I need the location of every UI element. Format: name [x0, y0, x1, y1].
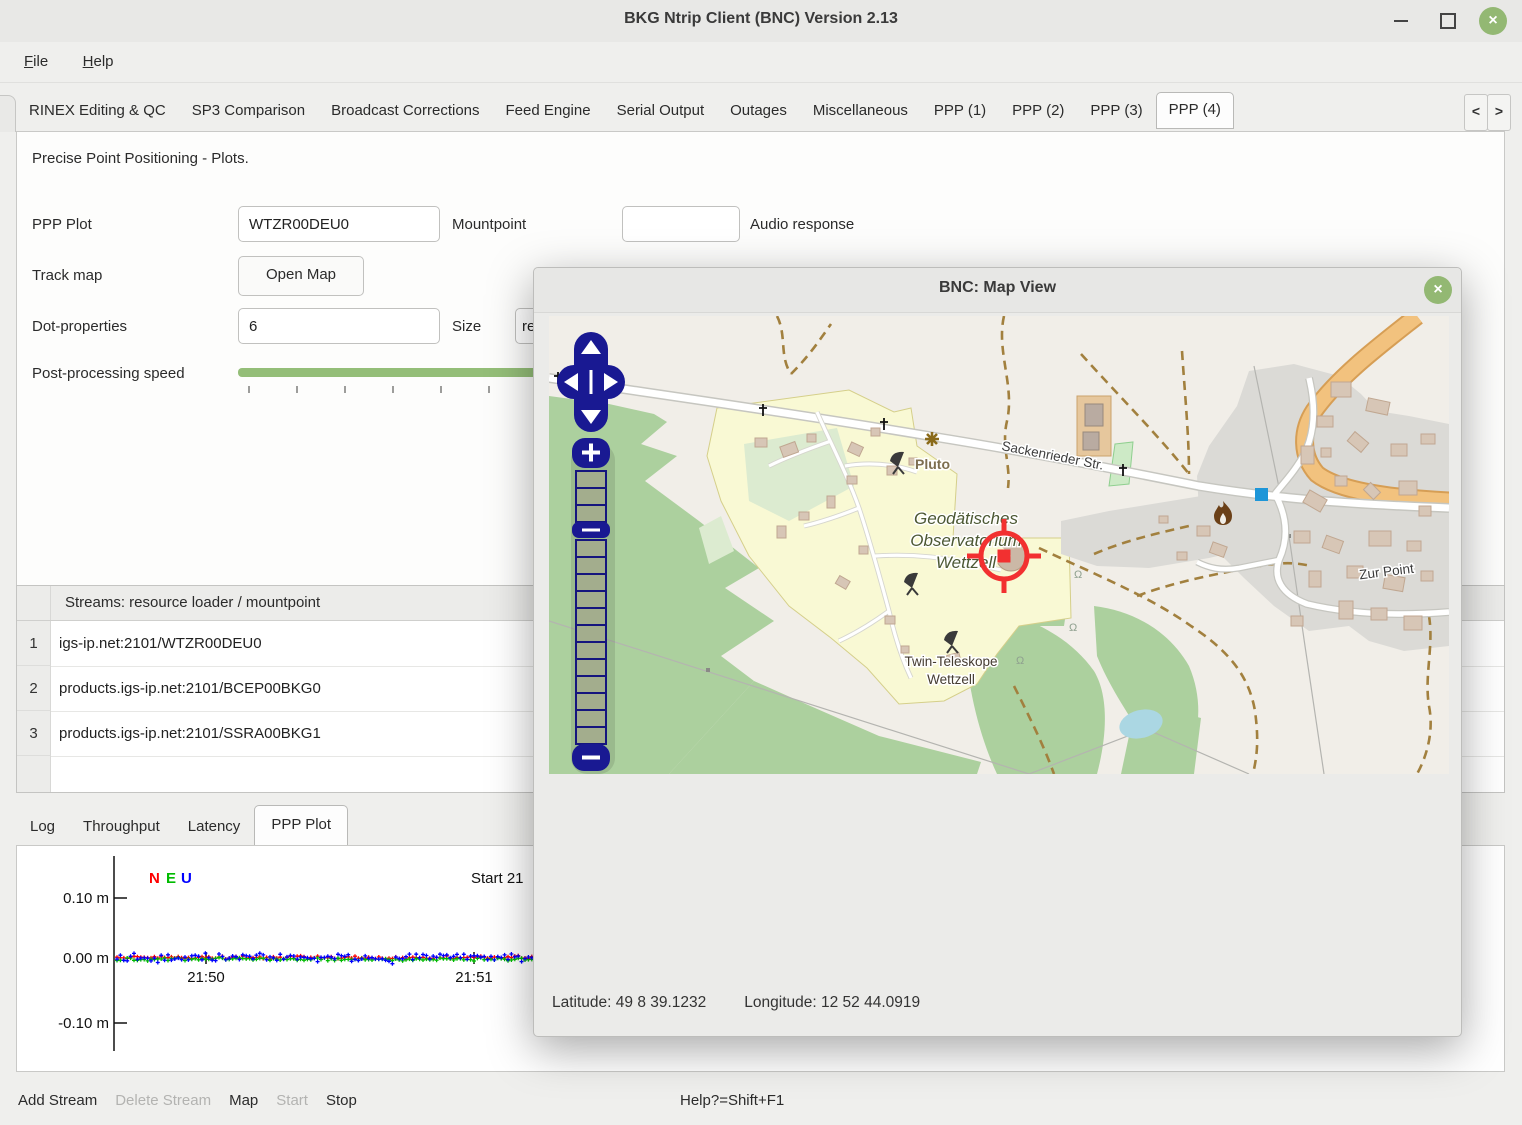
y-tick-minus010: -0.10 m — [58, 1015, 109, 1032]
tab-sp3-comparison[interactable]: SP3 Comparison — [179, 93, 318, 128]
site-label: Pluto — [915, 456, 950, 472]
x-tick-2150: 21:50 — [187, 969, 225, 986]
start-button: Start — [276, 1092, 308, 1109]
scatter-points — [115, 951, 534, 966]
dot-properties-label: Dot-properties — [32, 318, 127, 335]
output-tab-latency[interactable]: Latency — [174, 808, 255, 845]
ppp-plot-label: PPP Plot — [32, 216, 92, 233]
tab-outages[interactable]: Outages — [717, 93, 800, 128]
plot-legend: N E U — [149, 870, 192, 887]
slider-tick — [296, 386, 298, 393]
legend-e: E — [166, 870, 176, 887]
window-title: BKG Ntrip Client (BNC) Version 2.13 — [0, 10, 1522, 28]
ppp-plot-input[interactable] — [238, 206, 440, 242]
size-label: Size — [452, 318, 481, 335]
tab-ppp-4-[interactable]: PPP (4) — [1156, 92, 1234, 129]
slider-tick — [440, 386, 442, 393]
zoom-track — [576, 471, 606, 744]
bottom-toolbar: Add Stream Delete Stream Map Start Stop Help… — [0, 1080, 1522, 1125]
tab-ppp-3-[interactable]: PPP (3) — [1077, 93, 1155, 128]
dialog-titlebar[interactable]: BNC: Map View × — [534, 268, 1461, 313]
dialog-title: BNC: Map View — [534, 279, 1461, 297]
tab-ppp-2-[interactable]: PPP (2) — [999, 93, 1077, 128]
table-corner-cell[interactable] — [17, 586, 51, 620]
close-icon[interactable]: × — [1479, 7, 1507, 35]
tab-ppp-1-[interactable]: PPP (1) — [921, 93, 999, 128]
svg-text:Ω: Ω — [1016, 655, 1024, 667]
tab-serial-output[interactable]: Serial Output — [604, 93, 718, 128]
map-svg: Ω Ω Ω Sackenrieder Str. Pluto Geodätisch… — [549, 316, 1449, 774]
track-map-label: Track map — [32, 267, 102, 284]
legend-u: U — [181, 870, 192, 887]
latitude-label: Latitude: 49 8 39.1232 — [552, 994, 706, 1011]
streams-header-label: Streams: resource loader / mountpoint — [65, 594, 320, 611]
slider-tick — [488, 386, 490, 393]
viewpoint-icon — [925, 432, 939, 446]
minimize-icon[interactable] — [1394, 20, 1408, 22]
tab-overflow-fragment — [0, 95, 16, 132]
stop-button[interactable]: Stop — [326, 1092, 357, 1109]
tab-scroll-right-button[interactable]: > — [1487, 94, 1511, 131]
dot-properties-input[interactable] — [238, 308, 440, 344]
svg-text:Ω: Ω — [1069, 622, 1077, 634]
row-number: 2 — [17, 666, 51, 711]
tab-row: RINEX Editing & QCSP3 ComparisonBroadcas… — [16, 90, 1234, 131]
add-stream-button[interactable]: Add Stream — [18, 1092, 97, 1109]
map-button[interactable]: Map — [229, 1092, 258, 1109]
y-tick-000: 0.00 m — [63, 950, 109, 967]
x-tick-2151: 21:51 — [455, 969, 493, 986]
start-time-label: Start 21 — [471, 870, 524, 887]
tab-strip: RINEX Editing & QCSP3 ComparisonBroadcas… — [0, 90, 1522, 131]
row-number: 1 — [17, 621, 51, 666]
open-map-button[interactable]: Open Map — [238, 256, 364, 296]
output-tab-ppp-plot[interactable]: PPP Plot — [254, 805, 348, 845]
slider-tick — [344, 386, 346, 393]
output-tab-throughput[interactable]: Throughput — [69, 808, 174, 845]
row-number: 3 — [17, 711, 51, 756]
tab-rinex-editing-qc[interactable]: RINEX Editing & QC — [16, 93, 179, 128]
page-title: Precise Point Positioning - Plots. — [32, 150, 249, 167]
post-processing-speed-label: Post-processing speed — [32, 365, 185, 382]
map-canvas[interactable]: Ω Ω Ω Sackenrieder Str. Pluto Geodätisch… — [549, 316, 1449, 774]
y-tick-010: 0.10 m — [63, 890, 109, 907]
delete-stream-button: Delete Stream — [115, 1092, 211, 1109]
tab-scroll-left-button[interactable]: < — [1464, 94, 1488, 131]
svg-text:Ω: Ω — [1074, 569, 1082, 581]
mountpoint-input[interactable] — [622, 206, 740, 242]
longitude-label: Longitude: 12 52 44.0919 — [744, 994, 920, 1011]
tab-feed-engine[interactable]: Feed Engine — [493, 93, 604, 128]
tab-miscellaneous[interactable]: Miscellaneous — [800, 93, 921, 128]
twin-telescope-label-2: Wettzell — [927, 672, 975, 687]
window-titlebar[interactable]: BKG Ntrip Client (BNC) Version 2.13 × — [0, 0, 1522, 43]
audio-response-label: Audio response — [750, 216, 854, 233]
map-zoom-slider[interactable] — [571, 438, 615, 774]
output-tab-log[interactable]: Log — [16, 808, 69, 845]
tab-broadcast-corrections[interactable]: Broadcast Corrections — [318, 93, 492, 128]
menu-help[interactable]: Help — [77, 51, 120, 72]
help-shortcut-label: Help?=Shift+F1 — [680, 1092, 784, 1109]
slider-tick — [392, 386, 394, 393]
output-tab-bar: LogThroughputLatencyPPP Plot — [16, 803, 348, 845]
menu-bar: File Help — [0, 42, 1522, 83]
mountpoint-label: Mountpoint — [452, 216, 526, 233]
menu-file[interactable]: File — [18, 51, 54, 72]
slider-tick — [248, 386, 250, 393]
blue-square-marker — [1255, 488, 1268, 501]
legend-n: N — [149, 870, 160, 887]
coordinates-status: Latitude: 49 8 39.1232 Longitude: 12 52 4… — [552, 994, 958, 1012]
map-view-dialog: BNC: Map View × — [533, 267, 1462, 1037]
maximize-icon[interactable] — [1440, 13, 1456, 29]
twin-telescope-label-1: Twin-Teleskope — [904, 654, 997, 669]
dialog-close-icon[interactable]: × — [1424, 276, 1452, 304]
application-window: BKG Ntrip Client (BNC) Version 2.13 × Fi… — [0, 0, 1522, 1125]
